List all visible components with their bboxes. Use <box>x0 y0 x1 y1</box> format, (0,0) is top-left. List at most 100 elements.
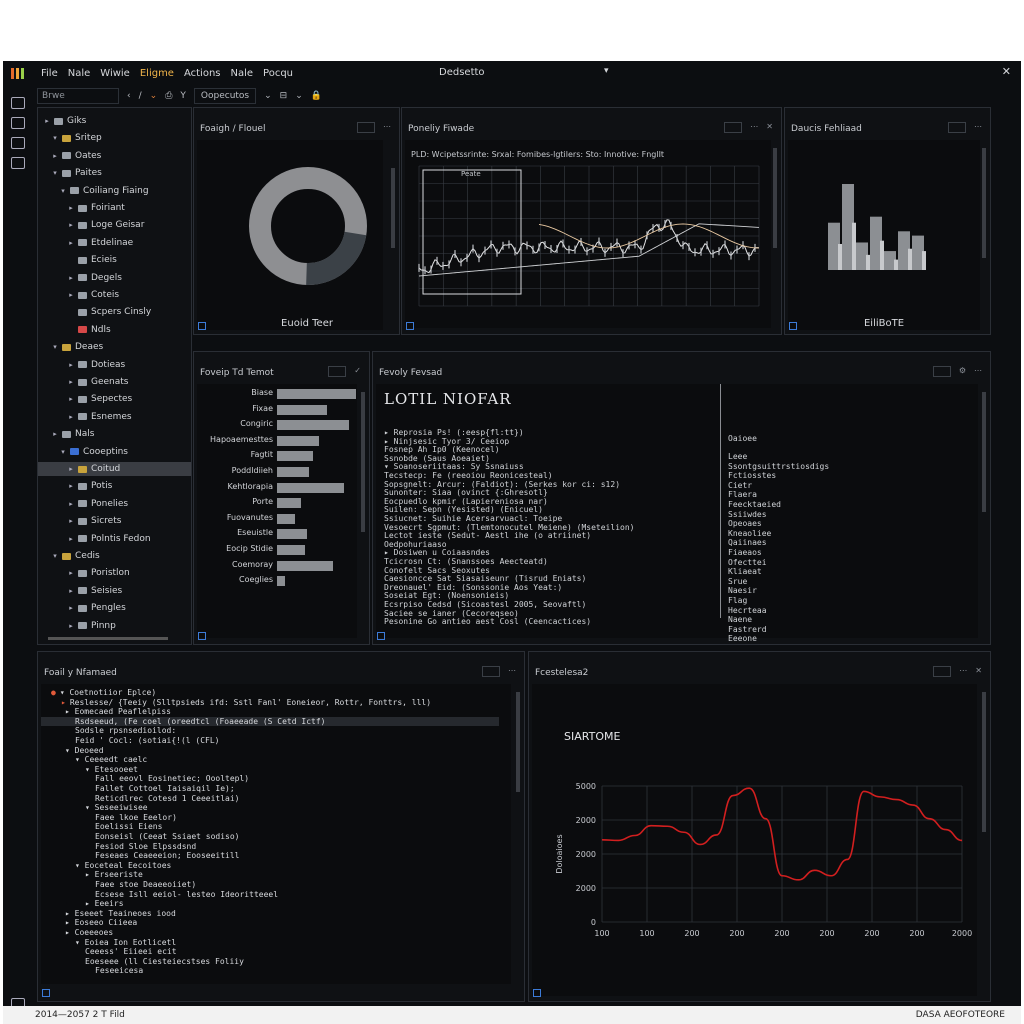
sidebar-item[interactable]: ▸ Coteis <box>38 288 191 302</box>
chevron-icon[interactable]: ▾ <box>58 187 68 195</box>
code-line[interactable]: ▸ Coeeeoes <box>61 928 113 937</box>
sidebar-item[interactable]: ▸ Etdelinae <box>38 236 191 250</box>
chevron-icon[interactable]: ▸ <box>66 604 76 612</box>
chevron-icon[interactable]: ▸ <box>42 117 52 125</box>
sidebar-item[interactable]: Ecieis <box>38 253 191 267</box>
sidebar-item[interactable]: ▸ Degels <box>38 271 191 285</box>
chevron-icon[interactable]: ▸ <box>66 221 76 229</box>
code-line[interactable]: ▸ Erseeriste <box>81 870 143 879</box>
panel-scrollbar[interactable] <box>982 692 986 832</box>
sidebar-item[interactable]: Ndls <box>38 323 191 337</box>
sidebar-item[interactable]: ▸ Foiriant <box>38 201 191 215</box>
chevron-icon[interactable]: ▸ <box>66 413 76 421</box>
panel-menu-icon[interactable]: ⋯ <box>959 666 967 677</box>
chevron-icon[interactable]: ▸ <box>66 587 76 595</box>
menu-file[interactable]: File <box>41 68 58 79</box>
panel-menu-icon[interactable]: ⋯ <box>383 122 391 133</box>
panel-scrollbar[interactable] <box>391 168 395 248</box>
chevron-icon[interactable]: ▸ <box>66 500 76 508</box>
sidebar-item[interactable]: ▸ Esnemes <box>38 410 191 424</box>
sidebar-item[interactable]: ▸ Ponelies <box>38 497 191 511</box>
code-line[interactable]: ▾ Etesooeet <box>81 765 138 774</box>
chevron-icon[interactable]: ▸ <box>66 535 76 543</box>
code-line[interactable]: Ceeess' Eiieei ecit <box>81 947 177 956</box>
menu-eligme[interactable]: Eligme <box>140 68 174 79</box>
chevron-icon[interactable]: ▾ <box>58 448 68 456</box>
panel-search-box[interactable] <box>933 666 952 677</box>
close-icon[interactable]: ✕ <box>1002 65 1011 78</box>
code-line[interactable]: ▾ Eoceteal Eecoitoes <box>71 861 171 870</box>
chevron-icon[interactable]: ▸ <box>66 204 76 212</box>
sidebar-item[interactable]: ▸ Sicrets <box>38 514 191 528</box>
code-line[interactable]: Fesiod Sloe Elpssdsnd <box>91 842 196 851</box>
chevron-icon[interactable]: ▸ <box>66 378 76 386</box>
code-line[interactable]: ▸ Eoseeo Ciieea <box>61 918 137 927</box>
filter-icon[interactable]: Y <box>180 91 186 101</box>
dropdown-chevron-icon[interactable]: ⌄ <box>264 91 272 101</box>
search-input[interactable]: Brwe <box>37 88 119 104</box>
print-icon[interactable]: ⎙ <box>165 91 172 101</box>
panel-search-box[interactable] <box>482 666 500 677</box>
chevron-icon[interactable]: ▾ <box>50 169 60 177</box>
panel-scrollbar[interactable] <box>982 148 986 258</box>
menu-nale[interactable]: Nale <box>68 68 91 79</box>
property-line[interactable]: Pesonine Go antieo aest Cosl (Ceencactic… <box>384 617 591 626</box>
code-line[interactable]: Feseeicesa <box>91 966 143 975</box>
menu-actions[interactable]: Actions <box>184 68 221 79</box>
code-line[interactable]: ▾ Seseeiwisee <box>81 803 148 812</box>
sidebar-item[interactable]: ▸ Nals <box>38 427 191 441</box>
code-line[interactable]: Fall eeovl Eosinetiec; Oooltepl) <box>91 774 249 783</box>
edit-button[interactable]: / <box>139 91 142 101</box>
sidebar-item[interactable]: ▾ Cooeptins <box>38 445 191 459</box>
lock-icon[interactable]: 🔒 <box>311 91 322 101</box>
code-line[interactable]: Faee lkoe Eeelor) <box>91 813 177 822</box>
chevron-icon[interactable]: ▸ <box>66 361 76 369</box>
sidebar-item[interactable]: ▸ Polntis Fedon <box>38 532 191 546</box>
panel-close-icon[interactable]: ✕ <box>975 666 982 677</box>
code-line[interactable]: Rsdseeud, (Fe coel (oreedtcl (Foaeeade (… <box>41 716 499 726</box>
code-line[interactable]: ▸ Reslesse/ {Teeiy (Slltpsieds ifd: Sstl … <box>61 698 431 707</box>
code-line[interactable]: ▾ Deoeed <box>61 746 104 755</box>
code-line[interactable]: ▸ Eeeirs <box>81 899 124 908</box>
code-line[interactable]: Feseaes Ceaeeeion; Eooseeitill <box>91 851 240 860</box>
panel-close-icon[interactable]: ✕ <box>766 122 773 133</box>
panel-menu-icon[interactable]: ⋯ <box>974 366 982 377</box>
chevron-icon[interactable]: ▸ <box>66 291 76 299</box>
chevron-icon[interactable]: ▸ <box>66 239 76 247</box>
panel-scrollbar[interactable] <box>516 692 520 792</box>
sidebar-item[interactable]: Scpers Cinsly <box>38 305 191 319</box>
sidebar-item[interactable]: ▸ Loge Geisar <box>38 218 191 232</box>
sidebar-scrollbar[interactable] <box>48 637 168 640</box>
chevron-icon[interactable]: ▸ <box>66 517 76 525</box>
panel-menu-icon[interactable]: ⋯ <box>750 122 758 133</box>
chevron-icon[interactable]: ▸ <box>66 465 76 473</box>
menu-pocqu[interactable]: Pocqu <box>263 68 293 79</box>
sidebar-item[interactable]: ▸ Dotieas <box>38 358 191 372</box>
code-line[interactable]: ▾ Ceeeedt caelc <box>71 755 147 764</box>
menu-nale-2[interactable]: Nale <box>231 68 254 79</box>
sidebar-item[interactable]: ▸ Pengles <box>38 601 191 615</box>
sidebar-item[interactable]: ▸ Coitud <box>38 462 191 476</box>
chevron-icon[interactable]: ▾ <box>50 134 60 142</box>
panel-scrollbar[interactable] <box>982 392 986 512</box>
layout-chevron-icon[interactable]: ⌄ <box>295 91 303 101</box>
search-icon[interactable] <box>11 117 25 129</box>
code-line[interactable]: Sodsle rpsnsedioilod: <box>71 726 176 735</box>
sidebar-item[interactable]: ▸ Potis <box>38 479 191 493</box>
code-line[interactable]: Faee stoe Deaeeoiiet) <box>91 880 196 889</box>
code-line[interactable]: ▸ Eomecaed Peaflelpiss <box>61 707 171 716</box>
panel-search-box[interactable] <box>948 122 966 133</box>
code-line[interactable]: Eoeseee (ll Ciesteiecstses Foliiy <box>81 957 244 966</box>
panel-search-box[interactable] <box>932 366 951 377</box>
chevron-icon[interactable]: ▾ <box>50 552 60 560</box>
panel-search-box[interactable] <box>328 366 347 377</box>
layout-icon[interactable]: ⊟ <box>280 91 288 101</box>
code-line[interactable]: Ecsese Isll eeiol- lesteo Ideoritteeel <box>91 890 278 899</box>
chevron-icon[interactable]: ▸ <box>66 622 76 630</box>
options-dropdown[interactable]: Oopecutos <box>193 88 257 104</box>
sidebar-item[interactable]: ▸ Poristlon <box>38 566 191 580</box>
sidebar-item[interactable]: ▾ Deaes <box>38 340 191 354</box>
code-line[interactable]: ● ▾ Coetnotiior Eplce) <box>51 688 156 697</box>
panel-menu-icon[interactable]: ⋯ <box>974 122 982 133</box>
expand-button[interactable]: ⌄ <box>150 91 158 101</box>
